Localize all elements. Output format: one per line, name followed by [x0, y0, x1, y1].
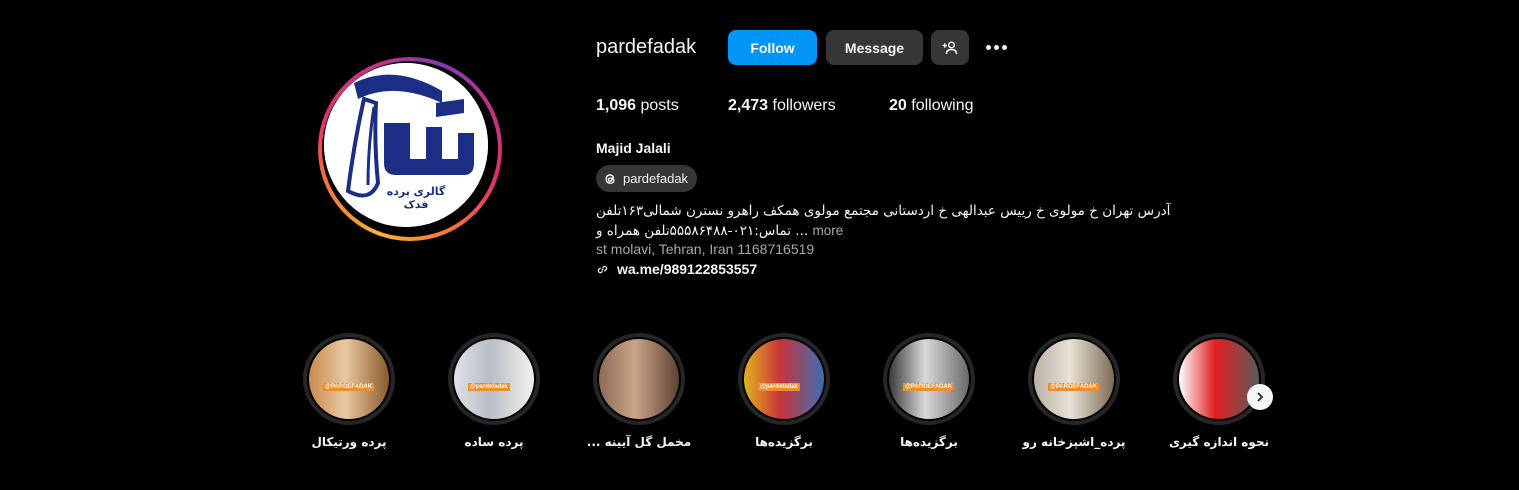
highlight-ring — [593, 333, 685, 425]
message-button[interactable]: Message — [826, 30, 923, 65]
highlight-watermark: @pardefadak — [758, 383, 800, 391]
highlight-item[interactable]: @PARDEFADAK پرده ورتیکال — [284, 333, 414, 449]
profile-avatar[interactable]: گالری پرده فدک — [318, 57, 502, 241]
ellipsis-icon — [985, 44, 991, 50]
profile-link-text: wa.me/989122853557 — [617, 261, 758, 277]
avatar-logo: گالری پرده فدک — [324, 63, 488, 227]
highlight-label: برگزیده‌ها — [900, 435, 958, 449]
followers-label: followers — [772, 97, 836, 114]
profile-link[interactable]: wa.me/989122853557 — [596, 261, 757, 277]
highlight-ring: @PARDEFADAK — [303, 333, 395, 425]
chevron-right-icon — [1257, 392, 1264, 402]
logo-caption: گالری پرده فدک — [386, 185, 446, 211]
profile-full-name: Majid Jalali — [596, 140, 671, 156]
highlight-cover: @PARDEFADAK — [889, 339, 969, 419]
bio-line-1: آدرس تهران خ مولوی خ رییس عبدالهی خ اردس… — [596, 203, 1171, 219]
followers-stat[interactable]: 2,473 followers — [728, 97, 836, 115]
highlight-gap — [597, 337, 681, 421]
highlight-watermark: @pardefadak — [468, 383, 510, 391]
threads-badge[interactable]: pardefadak — [596, 165, 698, 192]
options-button[interactable] — [983, 36, 1009, 58]
highlight-gap: @PARDEFADAK — [1032, 337, 1116, 421]
posts-stat: 1,096 posts — [596, 97, 679, 115]
suggest-user-button[interactable] — [931, 30, 969, 65]
highlight-label: پرده ساده — [464, 435, 524, 449]
highlight-ring: @pardefadak — [448, 333, 540, 425]
highlights-next-button[interactable] — [1247, 384, 1273, 410]
link-icon — [597, 265, 608, 273]
highlight-gap: @pardefadak — [452, 337, 536, 421]
profile-username: pardefadak — [596, 36, 697, 58]
follow-button[interactable]: Follow — [728, 30, 817, 65]
highlight-gap — [1177, 337, 1261, 421]
posts-count: 1,096 — [596, 97, 637, 114]
ellipsis-icon — [1001, 44, 1007, 50]
highlight-watermark: @PARDEFADAK — [323, 383, 375, 391]
highlight-cover: @pardefadak — [744, 339, 824, 419]
highlight-cover: @PARDEFADAK — [309, 339, 389, 419]
highlight-item[interactable]: مخمل گل آیینه ... — [574, 333, 704, 449]
highlight-ring: @PARDEFADAK — [1028, 333, 1120, 425]
highlight-gap: @PARDEFADAK — [307, 337, 391, 421]
highlight-gap: @pardefadak — [742, 337, 826, 421]
profile-bio: آدرس تهران خ مولوی خ رییس عبدالهی خ اردس… — [596, 202, 1256, 239]
highlight-label: نحوه اندازه گیری — [1168, 435, 1270, 449]
highlight-item[interactable]: @pardefadak پرده ساده — [429, 333, 559, 449]
highlight-gap: @PARDEFADAK — [887, 337, 971, 421]
highlight-ring: @pardefadak — [738, 333, 830, 425]
bio-line-2-text: تماس:۰۲۱-۵۵۵۸۶۴۸۸تلفن همراه و ... — [596, 223, 809, 239]
highlight-cover — [1179, 339, 1259, 419]
highlight-label: مخمل گل آیینه ... — [586, 435, 692, 449]
followers-count: 2,473 — [728, 97, 769, 114]
highlight-cover — [599, 339, 679, 419]
highlight-item[interactable]: @PARDEFADAK پرده_اشپزخانه رو — [1009, 333, 1139, 449]
highlight-watermark: @PARDEFADAK — [1048, 383, 1100, 391]
following-count: 20 — [889, 97, 907, 114]
following-stat[interactable]: 20 following — [889, 97, 974, 115]
highlight-label: پرده ورتیکال — [311, 435, 387, 449]
highlight-watermark: @PARDEFADAK — [903, 383, 955, 391]
more-link[interactable]: more — [812, 223, 843, 238]
threads-icon — [605, 173, 615, 184]
person-plus-icon — [942, 40, 958, 54]
highlight-cover: @PARDEFADAK — [1034, 339, 1114, 419]
following-label: following — [911, 97, 974, 114]
highlight-ring — [1173, 333, 1265, 425]
highlight-cover: @pardefadak — [454, 339, 534, 419]
posts-label: posts — [640, 97, 679, 114]
highlight-label: پرده_اشپزخانه رو — [1022, 435, 1126, 449]
highlight-item[interactable]: @pardefadak برگزیده‌ها — [719, 333, 849, 449]
profile-address: st molavi, Tehran, Iran 1168716519 — [596, 241, 815, 257]
highlight-item[interactable]: @PARDEFADAK برگزیده‌ها — [864, 333, 994, 449]
highlight-ring: @PARDEFADAK — [883, 333, 975, 425]
highlight-label: برگزیده‌ها — [755, 435, 813, 449]
bio-line-2: تماس:۰۲۱-۵۵۵۸۶۴۸۸تلفن همراه و ... more — [596, 221, 843, 241]
ellipsis-icon — [993, 44, 999, 50]
threads-handle: pardefadak — [623, 171, 689, 186]
